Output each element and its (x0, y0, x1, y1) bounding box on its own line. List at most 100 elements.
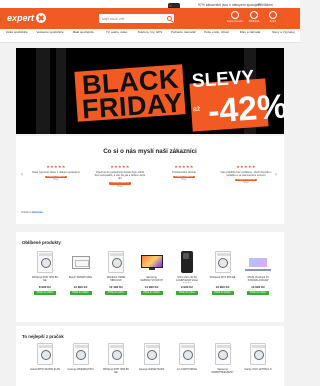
washing-machine-icon (72, 343, 89, 365)
product-image[interactable] (140, 250, 164, 274)
product-name[interactable]: Gorenje W2NEI74ASS (137, 368, 167, 375)
product-card[interactable]: Samsung UE65DU7172UXXH 14 990 Kč Přidat do… (137, 250, 167, 295)
product-name[interactable]: Samsung WW80T534DAE/S7 (208, 368, 238, 375)
verified-badge: Ověřený zákazník (234, 178, 258, 182)
section-title: To nejlepší z pračok (22, 334, 64, 339)
product-image[interactable] (33, 250, 57, 274)
favorites-button[interactable]: Oblíbené (245, 11, 263, 23)
review-text: Vše proběhlo bez problému, zboží dorazil… (220, 171, 272, 178)
top-washers-section: To nejlepší z pračok Indesit BTW S6230P … (16, 326, 284, 386)
washing-machine-icon (108, 251, 124, 273)
reviews-next-arrow[interactable]: › (275, 172, 277, 178)
product-name[interactable]: Whirlpool OMSR 58RU1SX (101, 276, 131, 283)
product-card[interactable]: Whirlpool FFB 7259 BV EE (101, 342, 131, 375)
nav-item-home-garden[interactable]: Dům a zahrada (233, 29, 266, 42)
reviews-source[interactable]: Ověřeno Heureka (21, 211, 43, 214)
add-to-cart-button[interactable]: Přidat do košíku (140, 290, 163, 295)
banner-stripe (36, 48, 50, 134)
cart-button[interactable]: Košík (264, 11, 282, 23)
search-input[interactable] (99, 14, 163, 23)
nav-item-personal-care[interactable]: Péče o tělo, zdraví (200, 29, 233, 42)
product-name[interactable]: Indesit BTW S6230P EU/N (30, 368, 60, 375)
add-to-cart-button[interactable]: Přidat do košíku (69, 290, 92, 295)
product-card[interactable]: Infinix Zero 40 5G 12GB/512GB Violet Gar… (172, 250, 202, 295)
product-price: 14 990 Kč (144, 285, 159, 289)
nav-item-phones[interactable]: Telefony, hry, GPS (133, 29, 166, 42)
product-image[interactable] (246, 342, 270, 366)
product-name[interactable]: ASUS Vivobook 15 X1504VA-NJ312W (243, 276, 273, 283)
washing-machine-icon (37, 343, 53, 365)
reviews-prev-arrow[interactable]: ‹ (21, 172, 23, 178)
logo[interactable]: expert (7, 12, 47, 23)
banner-friday: FRIDAY (81, 87, 184, 125)
product-card[interactable]: LG F4WV709P1E (172, 342, 202, 375)
product-name[interactable]: Gorenje WNEI84APS/3 (66, 368, 96, 375)
product-name[interactable]: Samsung UE65DU7172UXXH (137, 276, 167, 283)
add-to-cart-button[interactable]: Přidat do košíku (105, 290, 127, 295)
nav-item-computers[interactable]: Počítače, kancelář (167, 29, 200, 42)
product-card[interactable]: Samsung WW80T534DAE/S7 (208, 342, 238, 375)
search-bar (99, 14, 174, 23)
product-image[interactable] (211, 250, 235, 274)
product-image[interactable] (104, 342, 128, 366)
product-name[interactable]: Candy CSO 1475TE/1-S (243, 368, 273, 375)
nav-item-tv-audio[interactable]: TV, audio, video (100, 29, 133, 42)
store-locator-button[interactable]: Expert Česko (226, 11, 244, 23)
product-card[interactable]: Bosch SMS4HVI31E 13 990 Kč Přidat do košík… (66, 250, 96, 295)
product-card[interactable]: ASUS Vivobook 15 X1504VA-NJ312W 13 990 Kč… (243, 250, 273, 295)
cart-icon (269, 11, 277, 19)
cart-label: Košík (269, 20, 277, 23)
product-image[interactable] (69, 250, 93, 274)
product-name[interactable]: Infinix Zero 40 5G 12GB/512GB Violet Gar… (172, 276, 202, 283)
product-image[interactable] (175, 250, 199, 274)
source-name: Heureka (32, 211, 43, 214)
nav-item-built-in[interactable]: Vestavné spotřebiče (33, 29, 66, 42)
product-name[interactable]: Whirlpool FFB 7259 BV EE (30, 276, 60, 283)
review-text: Naše nejméně závisí z nákupu spokojený (32, 171, 80, 174)
product-card[interactable]: Whirlpool OMSR 58RU1SX 12 490 Kč Přidat do… (101, 250, 131, 295)
product-image[interactable] (140, 342, 164, 366)
nav-item-small-appliances[interactable]: Malé spotřebiče (67, 29, 100, 42)
product-card[interactable]: Whirlpool W7X 8D6 EE 13 990 Kč Přidat do k… (208, 250, 238, 295)
rating-stars: ★★★★★ (174, 164, 194, 169)
product-image[interactable] (69, 342, 93, 366)
rating-stars: ★★★★★ (110, 164, 130, 169)
product-image[interactable] (211, 342, 235, 366)
product-name[interactable]: Whirlpool W7X 8D6 EE (208, 276, 238, 283)
login-link[interactable]: Přihlášení (258, 3, 273, 7)
product-card[interactable]: Gorenje W2NEI74ASS (137, 342, 167, 375)
review-card: ★★★★★ Všechno do posledního detailu bylo… (94, 164, 146, 188)
product-name[interactable]: LG F4WV709P1E (172, 368, 202, 375)
product-card[interactable]: Whirlpool FFB 7259 BV EE 8 990 Kč Přidat d… (30, 250, 60, 295)
washing-machine-icon (37, 251, 53, 273)
product-price: 13 990 Kč (73, 285, 88, 289)
product-card[interactable]: Indesit BTW S6230P EU/N (30, 342, 60, 375)
search-icon[interactable] (167, 15, 172, 21)
product-image[interactable] (33, 342, 57, 366)
review-date: Dnes (117, 185, 123, 188)
tv-stand (148, 268, 155, 270)
logo-mark-icon (36, 12, 47, 23)
review-date: Dnes (181, 179, 187, 182)
add-to-cart-button[interactable]: Přidat do košíku (176, 290, 198, 295)
product-price: 13 990 Kč (215, 285, 230, 289)
nav-item-sale[interactable]: Slevy a Výprodej (267, 29, 300, 42)
laptop-icon (249, 258, 267, 267)
review-card: ★★★★★ Vše proběhlo bez problému, zboží d… (220, 164, 272, 184)
product-name[interactable]: Whirlpool FFB 7259 BV EE (101, 368, 131, 375)
add-to-cart-button[interactable]: Přidat do košíku (34, 290, 56, 295)
add-to-cart-button[interactable]: Přidat do košíku (211, 290, 234, 295)
reviews-section: Co si o nás myslí naši zákazníci ‹ › ★★★… (16, 136, 284, 224)
product-image[interactable] (104, 250, 128, 274)
product-image[interactable] (245, 250, 271, 274)
washing-machine-icon (108, 343, 124, 365)
promo-banner[interactable]: BLACK FRIDAY SLEVY až -42% (16, 48, 284, 134)
product-card[interactable]: Gorenje WNEI84APS/3 (66, 342, 96, 375)
washing-machine-icon (214, 343, 231, 365)
product-image[interactable] (175, 342, 199, 366)
product-card[interactable]: Candy CSO 1475TE/1-S (243, 342, 273, 375)
nav-item-large-appliances[interactable]: Velké spotřebiče (0, 29, 33, 42)
add-to-cart-button[interactable]: Přidat do košíku (247, 290, 269, 295)
verified-badge: Ověřený zákazník (172, 175, 196, 179)
product-name[interactable]: Bosch SMS4HVI31E (66, 276, 96, 283)
